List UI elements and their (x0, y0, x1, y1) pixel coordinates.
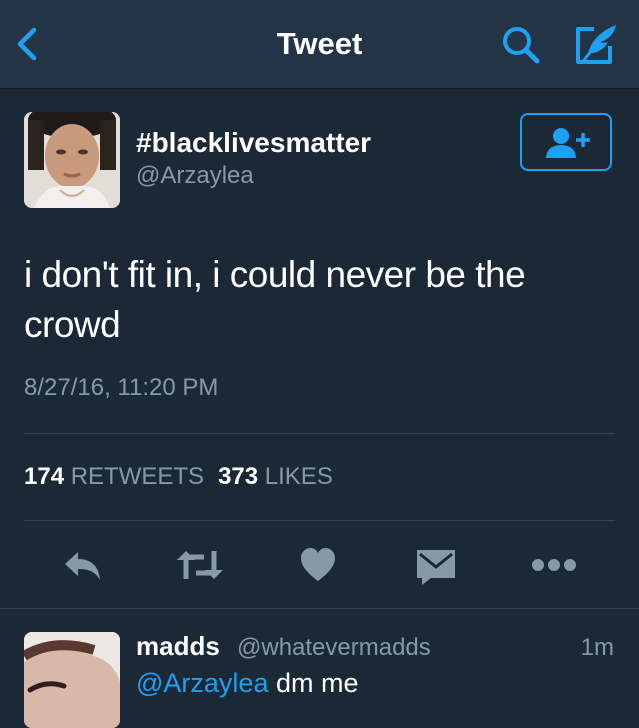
reply-avatar-photo (24, 632, 120, 728)
reply-avatar[interactable] (24, 632, 120, 728)
author-display-name[interactable]: #blacklivesmatter (136, 127, 371, 159)
tweet-text: i don't fit in, i could never be the cro… (24, 254, 526, 345)
direct-message-button[interactable] (416, 543, 456, 587)
reply-mention-link[interactable]: @Arzaylea (136, 668, 268, 698)
retweets-stat[interactable]: 174 RETWEETS (24, 463, 218, 490)
compose-button[interactable] (570, 20, 622, 68)
author-avatar[interactable] (24, 112, 120, 208)
compose-tweet-icon (576, 25, 616, 64)
more-button[interactable] (531, 543, 577, 587)
follow-user-icon (546, 128, 590, 158)
reply-timestamp: 1m (580, 634, 614, 661)
author-handle[interactable]: @Arzaylea (136, 162, 254, 190)
retweets-count: 174 (24, 463, 65, 490)
heart-icon (301, 548, 335, 581)
likes-label: LIKES (264, 463, 333, 490)
retweets-label: RETWEETS (70, 463, 205, 490)
likes-count: 373 (218, 463, 259, 490)
divider (24, 433, 615, 434)
tweet-timestamp: 8/27/16, 11:20 PM (24, 374, 219, 401)
retweet-icon (177, 551, 223, 579)
direct-message-icon (417, 550, 455, 585)
divider (24, 520, 615, 521)
reply-display-name[interactable]: madds (136, 631, 220, 662)
reply-icon (65, 552, 100, 580)
reply-handle[interactable]: @whatevermadds (237, 634, 431, 662)
likes-stat[interactable]: 373 LIKES (218, 463, 347, 490)
author-avatar-photo (24, 112, 120, 208)
tweet-stats: 174 RETWEETS 373 LIKES (24, 463, 347, 491)
follow-button[interactable] (520, 113, 612, 171)
retweet-button[interactable] (176, 543, 224, 587)
divider (0, 608, 639, 609)
search-icon (503, 27, 540, 64)
reply-text: @Arzaylea dm me (136, 668, 359, 699)
like-button[interactable] (300, 543, 336, 587)
more-icon (532, 559, 576, 571)
nav-bar: Tweet (0, 0, 639, 89)
reply-message: dm me (275, 668, 359, 698)
reply-button[interactable] (62, 543, 104, 587)
search-button[interactable] (497, 22, 545, 66)
